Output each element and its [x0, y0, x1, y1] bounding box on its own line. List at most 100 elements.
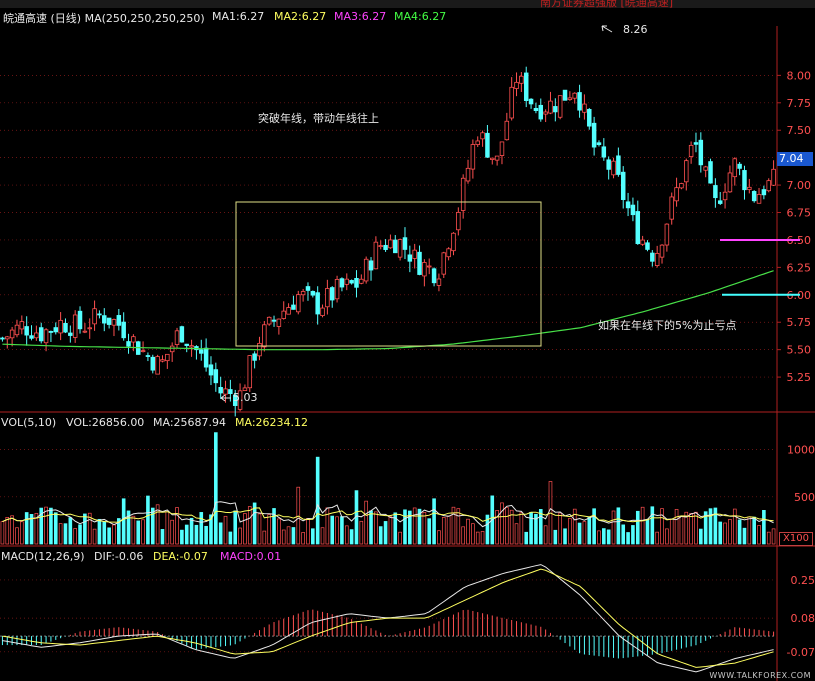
volume-bar	[475, 531, 480, 545]
candle-body	[359, 278, 364, 284]
watermark: WWW.TALKFOREX.COM	[709, 671, 811, 680]
candle-body	[373, 241, 379, 270]
candle-body	[72, 314, 78, 338]
volume-bar	[500, 502, 504, 545]
candle-body	[669, 196, 674, 220]
candle-body	[465, 167, 471, 182]
candle-body	[262, 324, 267, 348]
volume-bar	[568, 518, 572, 545]
candle-body	[533, 108, 539, 111]
volume-bar	[766, 531, 771, 545]
candle-body	[664, 223, 670, 246]
volume-bar	[587, 516, 592, 545]
candle-body	[490, 157, 495, 160]
candle-body	[616, 155, 621, 175]
volume-bar	[44, 506, 48, 545]
candle-body	[470, 144, 476, 170]
volume-bar	[344, 525, 349, 545]
volume-bar	[563, 528, 567, 545]
candle-body	[121, 321, 126, 339]
vol-tick-label: 1000	[787, 444, 815, 457]
volume-bar	[771, 528, 776, 545]
volume-bar	[180, 529, 184, 545]
candle-body	[722, 191, 728, 201]
candle-body	[528, 98, 534, 105]
candle-body	[684, 160, 689, 183]
vol-unit-badge: X100	[779, 532, 813, 546]
candle-body	[5, 336, 10, 340]
volume-bar	[669, 518, 674, 545]
candle-body	[572, 92, 577, 99]
volume-bar	[204, 525, 208, 545]
candle-body	[732, 158, 738, 178]
candle-body	[431, 268, 437, 284]
volume-bar	[170, 519, 174, 545]
candle-body	[698, 139, 704, 166]
price-tick-label: 7.00	[787, 179, 812, 192]
volume-bar	[752, 516, 756, 545]
vol-ma5-line	[2, 501, 774, 528]
candle-body	[310, 290, 316, 296]
vol-ma1: MA:25687.94	[153, 416, 227, 429]
volume-bar	[762, 510, 766, 545]
volume-bar	[24, 512, 29, 545]
candle-body	[499, 141, 505, 156]
candle-body	[131, 336, 136, 343]
volume-bar	[262, 530, 267, 545]
candle-body	[9, 329, 15, 339]
volume-bar	[53, 512, 58, 545]
volume-bar	[412, 507, 417, 545]
volume-bar	[15, 527, 19, 545]
candle-body	[296, 294, 301, 313]
volume-bar	[538, 509, 543, 545]
candle-body	[504, 120, 510, 141]
volume-bar	[141, 519, 145, 545]
volume-bar	[471, 523, 475, 545]
candle-body	[106, 317, 112, 325]
price-tick-label: 8.00	[787, 69, 812, 82]
stop-loss-annotation: 如果在年线下的5%为止亏点	[598, 319, 737, 332]
volume-bar	[160, 529, 165, 545]
macd-tick-label: 0.08	[791, 612, 815, 625]
volume-bar	[359, 520, 364, 545]
candle-body	[548, 100, 553, 114]
candle-body	[87, 327, 92, 330]
candle-body	[393, 239, 398, 254]
candle-body	[223, 388, 228, 395]
candle-body	[407, 254, 413, 262]
candle-body	[208, 364, 214, 376]
volume-bar	[480, 531, 485, 545]
volume-bar	[131, 515, 136, 545]
volume-bar	[441, 517, 446, 545]
high-label: 8.26	[623, 23, 648, 36]
volume-bar	[732, 508, 737, 545]
high-arrow	[601, 25, 613, 33]
candle-body	[286, 307, 291, 315]
candle-body	[751, 191, 757, 202]
candle-body	[344, 278, 350, 285]
volume-bar	[277, 518, 281, 545]
candle-body	[737, 163, 742, 169]
candle-body	[523, 72, 529, 102]
candle-body	[43, 329, 49, 344]
volume-bar	[369, 510, 373, 545]
volume-bar	[713, 507, 718, 545]
volume-bar	[553, 529, 558, 545]
volume-bar	[529, 511, 533, 545]
candle-body	[165, 353, 170, 362]
volume-bar	[267, 514, 271, 545]
candle-body	[363, 258, 369, 282]
volume-bar	[640, 506, 645, 545]
volume-bar	[165, 511, 170, 545]
volume-bar	[184, 524, 189, 545]
low-label: 5.03	[233, 391, 258, 404]
volume-bar	[437, 530, 441, 545]
volume-bar	[543, 525, 548, 545]
candle-body	[252, 353, 257, 361]
volume-bar	[136, 520, 141, 545]
header-ma3: MA3:6.27	[334, 10, 387, 23]
candle-body	[485, 132, 490, 158]
candle-body	[276, 318, 282, 327]
candle-body	[203, 347, 209, 368]
candle-body	[116, 315, 122, 326]
